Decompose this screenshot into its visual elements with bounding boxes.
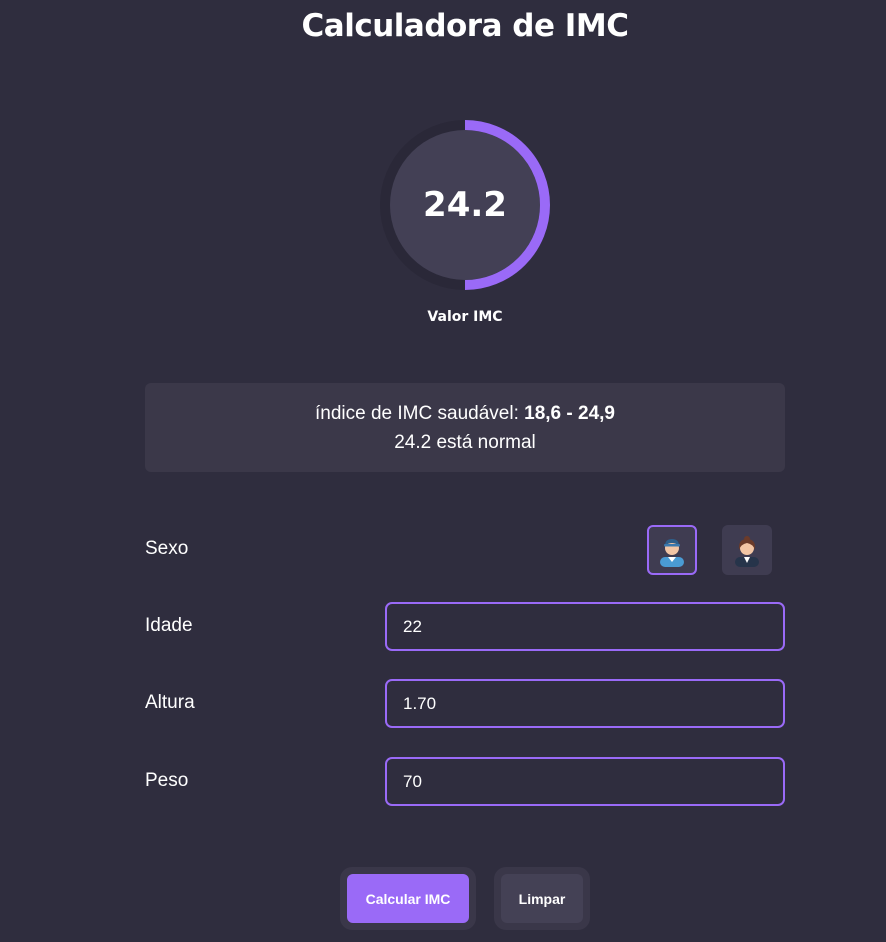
age-input[interactable] <box>385 602 785 651</box>
healthy-range-prefix: índice de IMC saudável: <box>315 403 525 424</box>
clear-button-wrapper: Limpar <box>494 867 590 930</box>
clear-button[interactable]: Limpar <box>501 874 583 923</box>
sex-label: Sexo <box>145 538 189 559</box>
male-avatar-icon <box>660 539 684 567</box>
weight-input[interactable] <box>385 757 785 806</box>
healthy-range-line: índice de IMC saudável: 18,6 - 24,9 <box>145 399 785 428</box>
height-input[interactable] <box>385 679 785 728</box>
healthy-range-value: 18,6 - 24,9 <box>524 403 615 424</box>
height-label: Altura <box>145 692 195 713</box>
bmi-value-label: Valor IMC <box>427 309 503 325</box>
female-option-button[interactable] <box>722 525 772 575</box>
female-avatar-icon <box>735 536 759 567</box>
bmi-gauge: 24.2 <box>380 120 550 290</box>
age-label: Idade <box>145 615 193 636</box>
bmi-calculator-page: Calculadora de IMC 24.2 Valor IMC índice… <box>0 0 886 942</box>
bmi-value: 24.2 <box>423 185 507 225</box>
weight-label: Peso <box>145 770 189 791</box>
bmi-status-text: 24.2 está normal <box>394 432 536 453</box>
page-title: Calculadora de IMC <box>301 8 629 44</box>
calculate-button[interactable]: Calcular IMC <box>347 874 469 923</box>
bmi-info-box: índice de IMC saudável: 18,6 - 24,9 24.2… <box>145 383 785 472</box>
male-option-button[interactable] <box>647 525 697 575</box>
calculate-button-wrapper: Calcular IMC <box>340 867 476 930</box>
